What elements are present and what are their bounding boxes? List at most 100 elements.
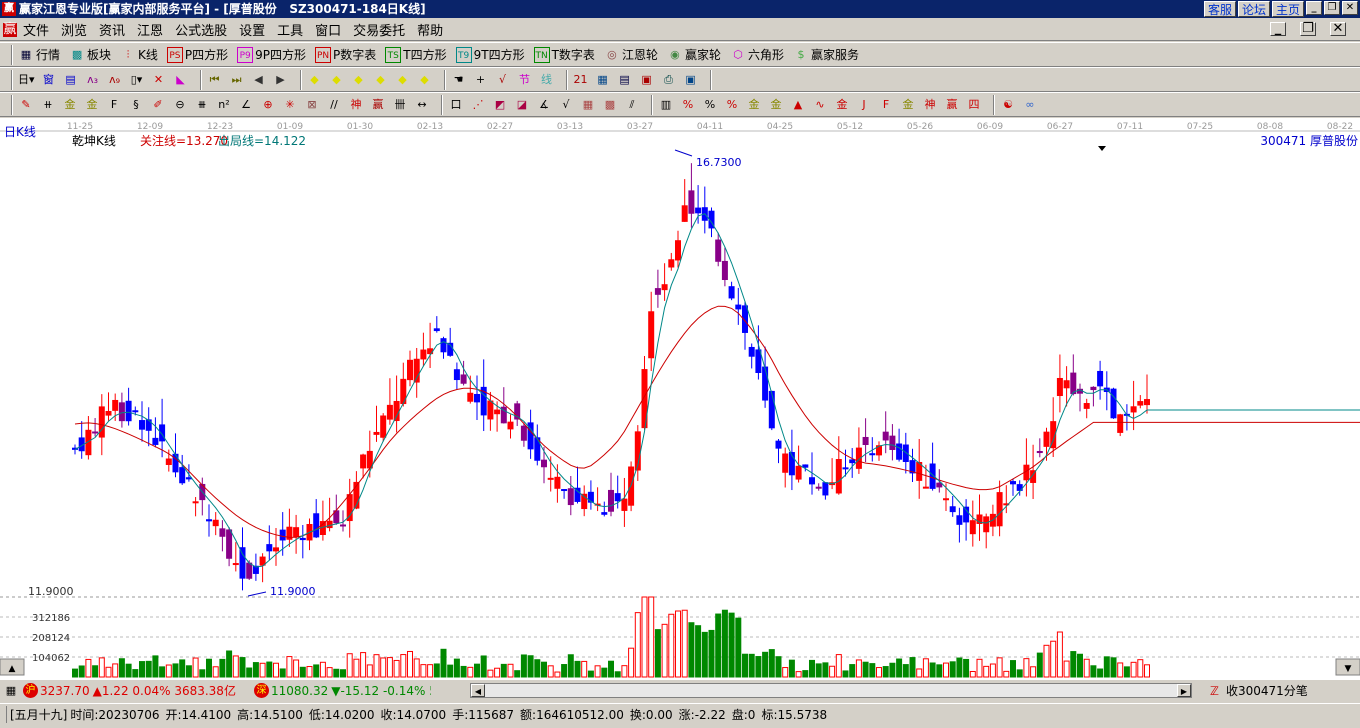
parallel-button[interactable]: // [326, 96, 344, 114]
diamond-plus-button[interactable]: ◆ [417, 71, 435, 89]
notes-button[interactable]: ▤ [63, 71, 81, 89]
crosshair-button[interactable]: + [473, 71, 491, 89]
gold2-button[interactable]: 金 [84, 96, 102, 114]
festival-button[interactable]: 节 [517, 71, 535, 89]
gold1-button[interactable]: 金 [62, 96, 80, 114]
t9-button[interactable]: T9 9T四方形 [455, 46, 525, 63]
square-target-button[interactable]: ⊠ [304, 96, 322, 114]
diag-button[interactable]: ⫽ [624, 96, 642, 114]
scroll-right-button[interactable]: ▶ [1177, 684, 1191, 697]
chart-area[interactable]: 11-25 12-09 12-23 01-09 01-30 02-13 02-27 03-13… [0, 118, 1360, 680]
report-button[interactable]: ▤ [617, 71, 635, 89]
period-select-button[interactable]: 日▾ [18, 71, 37, 89]
hand-button[interactable]: ☚ [451, 71, 469, 89]
menu-3[interactable]: 江恩 [137, 20, 163, 39]
hash-button[interactable]: ⧺ [40, 96, 58, 114]
p9-button[interactable]: P9 9P四方形 [237, 46, 306, 63]
gann-fan-button[interactable]: ✕ [151, 71, 169, 89]
kline-chart[interactable]: 11-25 12-09 12-23 01-09 01-30 02-13 02-27 03-13… [0, 118, 1360, 680]
gold-lines-button[interactable]: 金 [768, 96, 786, 114]
f-lines-button[interactable]: F [106, 96, 124, 114]
menu-4[interactable]: 公式选股 [175, 20, 227, 39]
gold-box-button[interactable]: 金 [834, 96, 852, 114]
save-button[interactable]: ▣ [639, 71, 657, 89]
table-button[interactable]: ▥ [658, 96, 676, 114]
menu-6[interactable]: 工具 [277, 20, 303, 39]
star-target-button[interactable]: ✳ [282, 96, 300, 114]
wave3-button[interactable]: ʌ₃ [85, 71, 103, 89]
angle-button[interactable]: ∠ [238, 96, 256, 114]
diamond-right-button[interactable]: ◆ [329, 71, 347, 89]
menu-9[interactable]: 帮助 [417, 20, 443, 39]
close-button[interactable]: ✕ [1342, 1, 1358, 15]
box-button[interactable]: 口 [448, 96, 466, 114]
menu-7[interactable]: 窗口 [315, 20, 341, 39]
pct-lines-button[interactable]: % [724, 96, 742, 114]
wave-box-button[interactable]: ∿ [812, 96, 830, 114]
diamond-x-button[interactable]: ◆ [373, 71, 391, 89]
arrow-tri-button[interactable]: ▲ [790, 96, 808, 114]
diamond-left-button[interactable]: ◆ [307, 71, 325, 89]
pn-button[interactable]: PN P数字表 [315, 46, 376, 63]
menu-8[interactable]: 交易委托 [353, 20, 405, 39]
diamond-star-button[interactable]: ◆ [395, 71, 413, 89]
blocks-button[interactable]: ▩ 板块 [69, 46, 111, 63]
child-minimize-button[interactable]: _ [1270, 22, 1286, 36]
menu-2[interactable]: 资讯 [99, 20, 125, 39]
dollar-button[interactable]: $ 赢家服务 [793, 46, 859, 63]
restore-button[interactable]: ❐ [1324, 1, 1340, 15]
right-button[interactable]: ▶ [273, 71, 291, 89]
j-lines-button[interactable]: J [856, 96, 874, 114]
wave9-button[interactable]: ʌ₉ [107, 71, 125, 89]
child-close-button[interactable]: ✕ [1330, 22, 1346, 36]
tick-detail-label[interactable]: 收300471分笔 [1226, 682, 1308, 699]
left-button[interactable]: ◀ [251, 71, 269, 89]
menu-5[interactable]: 设置 [239, 20, 265, 39]
hexagon-button[interactable]: ⬡ 六角形 [730, 46, 784, 63]
print-button[interactable]: ⎙ [661, 71, 679, 89]
yinyang-button[interactable]: ☯ [1000, 96, 1018, 114]
measure-button[interactable]: ↔ [414, 96, 432, 114]
pct-button[interactable]: % [702, 96, 720, 114]
winner-wheel-button[interactable]: ◉ 赢家轮 [667, 46, 721, 63]
circle-lines-button[interactable]: ⊖ [172, 96, 190, 114]
candle-select-button[interactable]: ▯▾ [129, 71, 147, 89]
kline-button[interactable]: ⫶ K线 [120, 46, 158, 63]
ying-fan-button[interactable]: 赢 [944, 96, 962, 114]
forum-link[interactable]: 论坛 [1237, 1, 1270, 17]
app-menu-icon[interactable]: 赢 [3, 22, 17, 37]
diamond-both-button[interactable]: ◆ [351, 71, 369, 89]
ying-button[interactable]: 赢 [370, 96, 388, 114]
minimize-button[interactable]: _ [1306, 1, 1322, 15]
quote-table-icon[interactable]: ▦ [3, 683, 19, 699]
n2-button[interactable]: n² [216, 96, 234, 114]
scroll-left-button[interactable]: ◀ [471, 684, 485, 697]
computer-button[interactable]: ▣ [683, 71, 701, 89]
grid-box-button[interactable]: ▩ [602, 96, 620, 114]
child-restore-button[interactable]: ❐ [1300, 22, 1316, 36]
fan-red-button[interactable]: ⋰ [470, 96, 488, 114]
formula-button[interactable]: 窗 [41, 71, 59, 89]
comb-button[interactable]: 卌 [392, 96, 410, 114]
pct-red-button[interactable]: % [680, 96, 698, 114]
box-fan2-button[interactable]: ◪ [514, 96, 532, 114]
menu-0[interactable]: 文件 [23, 20, 49, 39]
first-button[interactable]: ⏮ [207, 71, 225, 89]
pen-button[interactable]: ✎ [18, 96, 36, 114]
grid-red-button[interactable]: ▦ [580, 96, 598, 114]
pen2-button[interactable]: ✐ [150, 96, 168, 114]
target-button[interactable]: ⊕ [260, 96, 278, 114]
ps-button[interactable]: PS P四方形 [166, 46, 228, 63]
hash2-button[interactable]: ⧻ [194, 96, 212, 114]
menu-1[interactable]: 浏览 [61, 20, 87, 39]
flag-button[interactable]: ◣ [173, 71, 191, 89]
gold-fan-button[interactable]: 金 [900, 96, 918, 114]
zigzag-button[interactable]: √ [495, 71, 513, 89]
last-button[interactable]: ⏭ [229, 71, 247, 89]
ts-button[interactable]: TS T四方形 [385, 46, 447, 63]
infinity-button[interactable]: ∞ [1022, 96, 1040, 114]
shen-fan-button[interactable]: 神 [922, 96, 940, 114]
four-fan-button[interactable]: 四 [966, 96, 984, 114]
service-link[interactable]: 客服 [1203, 1, 1236, 17]
horizontal-scrollbar[interactable]: ◀ ▶ [470, 683, 1192, 698]
